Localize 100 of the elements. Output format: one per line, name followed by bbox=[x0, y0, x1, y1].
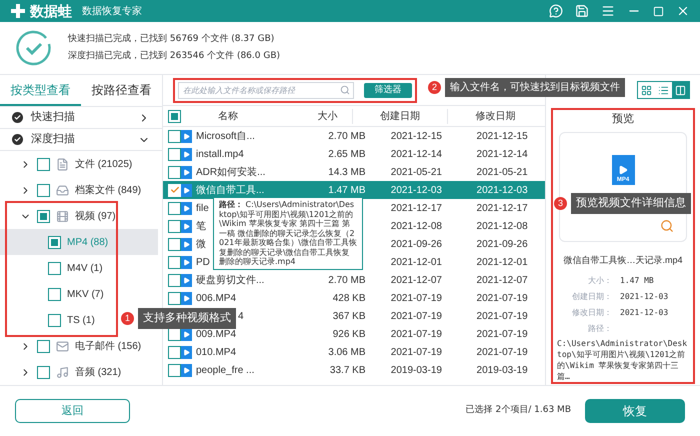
file-name: file bbox=[196, 202, 209, 216]
checkbox[interactable] bbox=[168, 166, 181, 178]
grid-view-icon bbox=[641, 84, 652, 96]
category-label[interactable]: 音频 (321) bbox=[75, 364, 122, 380]
video-file-icon bbox=[181, 202, 192, 214]
checkbox[interactable] bbox=[37, 158, 50, 170]
checkbox[interactable] bbox=[37, 184, 50, 196]
modified-date: 2021-12-07 bbox=[476, 274, 528, 288]
category-label[interactable]: 文件 (21025) bbox=[75, 156, 132, 172]
checkbox[interactable] bbox=[48, 314, 61, 326]
column-header[interactable]: 创建日期 bbox=[353, 108, 448, 124]
maximize-icon[interactable] bbox=[653, 6, 664, 16]
video-file-icon bbox=[181, 220, 192, 232]
search-field[interactable]: 在此处输入文件名称或保存路径 bbox=[178, 82, 354, 98]
created-date: 2021-12-15 bbox=[390, 130, 442, 144]
recover-button[interactable]: 恢复 bbox=[585, 399, 685, 423]
created-date: 2021-05-21 bbox=[390, 166, 442, 180]
modified-date: 2021-05-21 bbox=[476, 166, 528, 180]
callout-tooltip: 支持多种视频格式 bbox=[138, 308, 236, 328]
view-mode-button[interactable] bbox=[672, 82, 689, 98]
video-file-icon bbox=[181, 238, 192, 250]
format-label[interactable]: MKV (7) bbox=[67, 286, 104, 302]
checkbox[interactable] bbox=[168, 148, 181, 160]
check-icon bbox=[12, 112, 23, 123]
checkbox[interactable] bbox=[37, 340, 50, 352]
video-file-icon bbox=[181, 130, 192, 142]
file-size: 2.65 MB bbox=[328, 148, 366, 162]
video-file-icon bbox=[181, 292, 192, 304]
created-date: 2021-07-19 bbox=[390, 292, 442, 306]
checkbox[interactable] bbox=[168, 202, 181, 214]
modified-date: 2019-03-19 bbox=[476, 364, 528, 378]
selected-file-row[interactable]: 微信自带工具... 1.47 MB 2021-12-03 2021-12-03 bbox=[163, 181, 545, 199]
modified-date: 2021-12-03 bbox=[476, 184, 528, 198]
search-icon[interactable] bbox=[660, 218, 674, 232]
video-file-icon bbox=[181, 148, 192, 160]
step-number-badge: 1 bbox=[121, 312, 134, 325]
column-header[interactable]: 名称 bbox=[193, 108, 263, 124]
scan-status-text: 深度扫描已完成，已找到 263546 个文件 (86.0 GB) bbox=[68, 50, 280, 63]
column-header[interactable]: 大小 bbox=[263, 108, 353, 124]
format-label[interactable]: TS (1) bbox=[67, 312, 95, 328]
checkbox[interactable] bbox=[48, 262, 61, 274]
checkbox[interactable] bbox=[168, 130, 181, 142]
file-name: 微 bbox=[196, 238, 206, 252]
created-date: 2021-07-19 bbox=[390, 328, 442, 342]
created-date: 2021-07-19 bbox=[390, 310, 442, 324]
app-logo-text: 数据蛙 bbox=[30, 2, 72, 20]
search-icon bbox=[340, 85, 350, 95]
format-label[interactable]: M4V (1) bbox=[67, 260, 103, 276]
file-name: 4 bbox=[238, 310, 244, 324]
help-icon[interactable] bbox=[549, 4, 563, 18]
close-icon[interactable] bbox=[676, 4, 690, 18]
document-icon bbox=[56, 158, 69, 170]
callout-tooltip: 预览视频文件详细信息 bbox=[571, 193, 691, 214]
detail-value: 2021-12-03 bbox=[620, 307, 670, 319]
file-name: 009.MP4 bbox=[196, 328, 236, 342]
checkbox[interactable] bbox=[168, 220, 181, 232]
music-icon bbox=[56, 366, 69, 378]
created-date: 2021-12-07 bbox=[390, 274, 442, 288]
file-size: 2.70 MB bbox=[328, 130, 366, 144]
view-tab[interactable]: 按路径查看 bbox=[81, 75, 162, 106]
checkbox[interactable] bbox=[168, 110, 181, 122]
category-label[interactable]: 视频 (97) bbox=[75, 208, 116, 224]
category-label[interactable]: 电子邮件 (156) bbox=[75, 338, 142, 354]
created-date: 2021-12-14 bbox=[390, 148, 442, 162]
created-date: 2021-12-03 bbox=[390, 184, 442, 198]
modified-date: 2021-07-19 bbox=[476, 292, 528, 306]
back-button[interactable]: 返回 bbox=[15, 399, 130, 423]
file-name: ADR如何安装... bbox=[196, 166, 266, 180]
checkbox[interactable] bbox=[168, 292, 181, 304]
created-date: 2021-12-17 bbox=[390, 202, 442, 216]
step-number-badge: 3 bbox=[554, 196, 567, 210]
checkbox[interactable] bbox=[168, 238, 181, 250]
view-tab[interactable]: 按类型查看 bbox=[0, 75, 81, 106]
checkbox[interactable] bbox=[168, 256, 181, 268]
file-name: install.mp4 bbox=[196, 148, 244, 162]
save-icon[interactable] bbox=[575, 4, 589, 18]
scan-group-row[interactable]: 深度扫描 bbox=[0, 129, 162, 151]
path-tooltip: 路径： C:\Users\Administrator\Desktop\知乎可用图片\视频\1201之前的\Wikim 苹果恢复专家 第四十三篇 第一稿 微信删除的聊天记录怎么恢复（2021年最新攻略合集）\微信自带工具恢复删除的聊天记录\微信自带工具恢复删除的聊天记录.mp4 bbox=[213, 197, 363, 270]
detail-label: 大小： bbox=[587, 275, 612, 287]
scan-group-row[interactable]: 快速扫描 bbox=[0, 107, 162, 129]
category-label[interactable]: 档案文件 (849) bbox=[75, 182, 142, 198]
detail-value: 1.47 MB bbox=[620, 275, 655, 287]
checkbox[interactable] bbox=[168, 364, 181, 376]
checkbox[interactable] bbox=[168, 346, 181, 358]
mail-icon bbox=[56, 340, 69, 352]
video-file-icon bbox=[181, 346, 192, 358]
created-date: 2021-07-19 bbox=[390, 346, 442, 360]
filter-button[interactable]: 筛选器 bbox=[364, 82, 412, 98]
checkbox[interactable] bbox=[168, 274, 181, 286]
checkbox[interactable] bbox=[37, 210, 50, 222]
preview-view-icon bbox=[675, 84, 686, 96]
column-header[interactable]: 修改日期 bbox=[448, 108, 543, 124]
menu-icon[interactable] bbox=[601, 4, 615, 18]
checkbox[interactable] bbox=[48, 288, 61, 300]
modified-date: 2021-07-19 bbox=[476, 328, 528, 342]
checkbox[interactable] bbox=[37, 366, 50, 378]
created-date: 2021-12-01 bbox=[390, 256, 442, 270]
modified-date: 2021-12-17 bbox=[476, 202, 528, 216]
video-file-icon bbox=[181, 256, 192, 268]
checkbox[interactable] bbox=[48, 236, 61, 248]
